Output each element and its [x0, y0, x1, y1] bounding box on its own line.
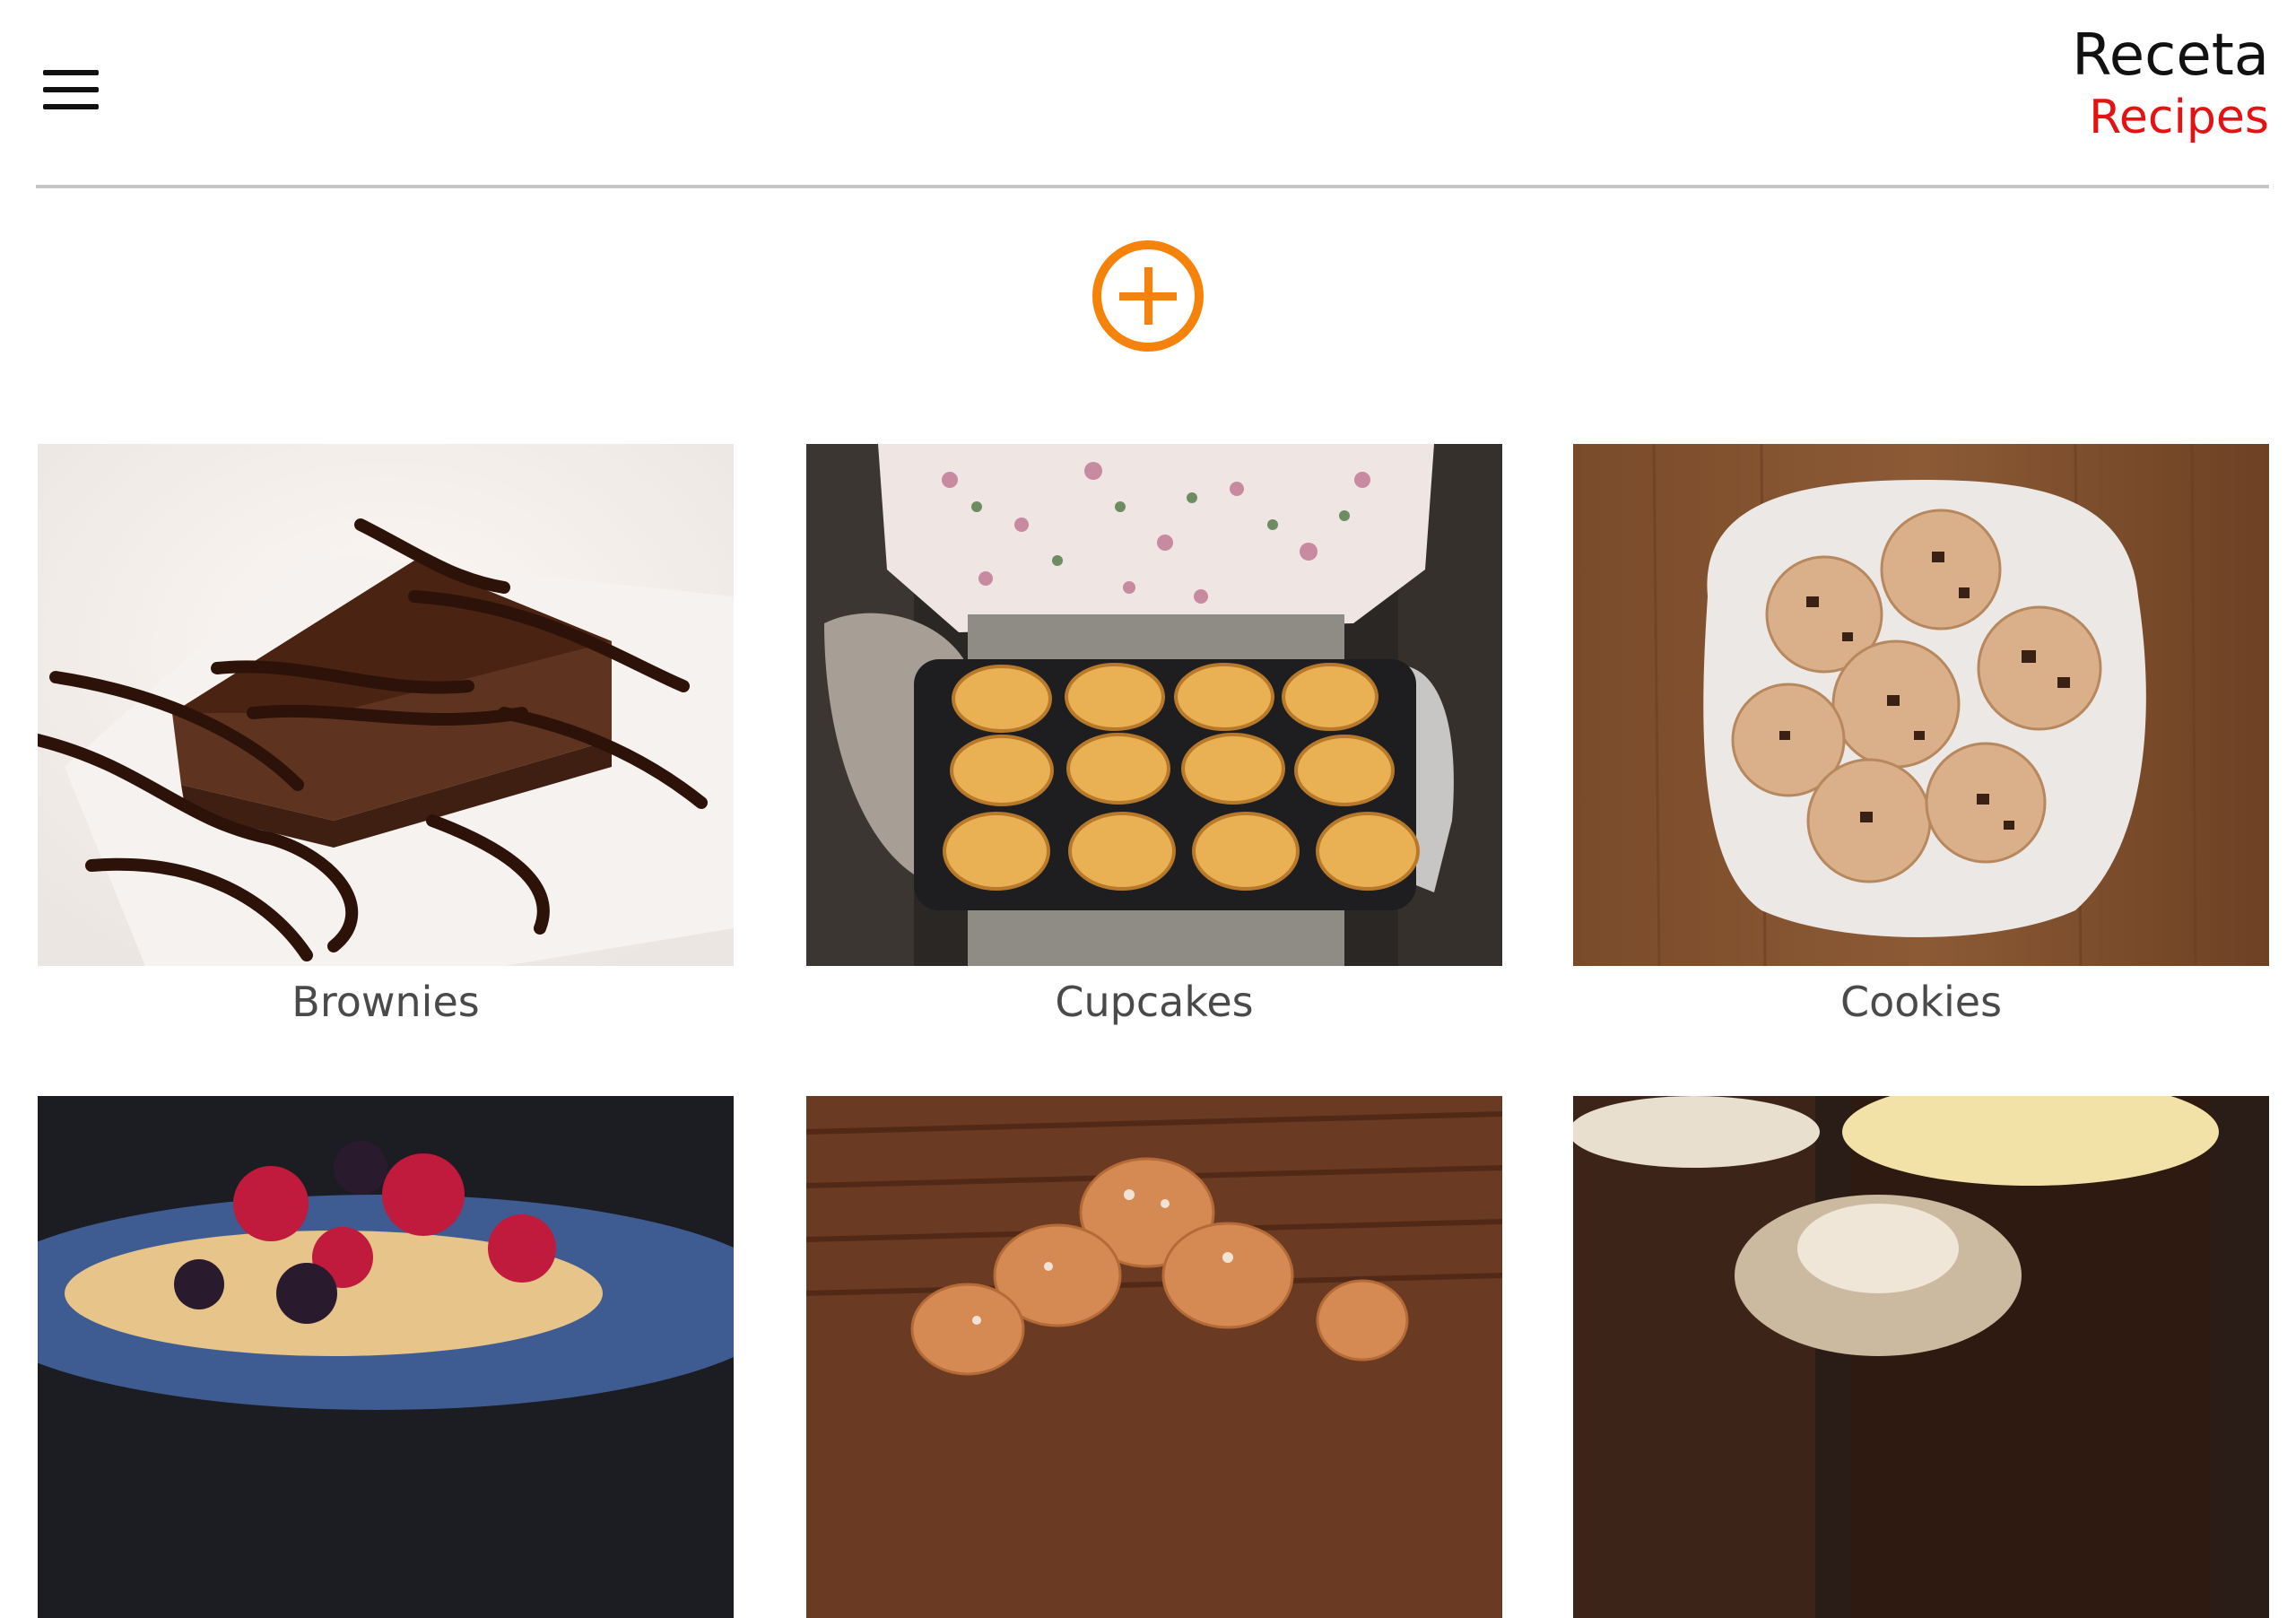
recipe-name: Brownies: [291, 978, 480, 1026]
powdered-doughnuts-photo: [806, 1096, 1502, 1618]
recipe-name: Cookies: [1839, 978, 2003, 1026]
recipe-card-doughnuts[interactable]: [806, 1096, 1502, 1618]
plus-circle-icon: [1092, 240, 1204, 352]
page-subtitle: Recipes: [2089, 91, 2269, 144]
recipe-card-pudding[interactable]: [1573, 1096, 2269, 1618]
menu-bar: [43, 104, 99, 109]
recipe-name: Cupcakes: [1055, 978, 1254, 1026]
chocolate-pudding-cups-photo: [1573, 1096, 2269, 1618]
app-header: Receta Recipes: [36, 0, 2269, 188]
app-title: Receta: [2072, 22, 2269, 89]
add-recipe-button[interactable]: [1091, 239, 1205, 353]
menu-bar: [43, 87, 99, 92]
brand: Receta Recipes: [2072, 22, 2269, 145]
recipe-card-cupcakes[interactable]: Cupcakes: [806, 444, 1502, 1027]
muffin-tray-held-by-baker-photo: [806, 444, 1502, 966]
menu-bar: [43, 70, 99, 75]
berries-dessert-photo: [38, 1096, 734, 1618]
recipe-card-cookies[interactable]: Cookies: [1573, 444, 2269, 1027]
brownie-with-chocolate-drizzle-photo: [38, 444, 734, 966]
chocolate-chip-cookies-plate-photo: [1573, 444, 2269, 966]
hamburger-menu-icon[interactable]: [43, 70, 99, 109]
recipe-card-brownies[interactable]: Brownies: [38, 444, 734, 1027]
recipe-card-berries[interactable]: [38, 1096, 734, 1618]
